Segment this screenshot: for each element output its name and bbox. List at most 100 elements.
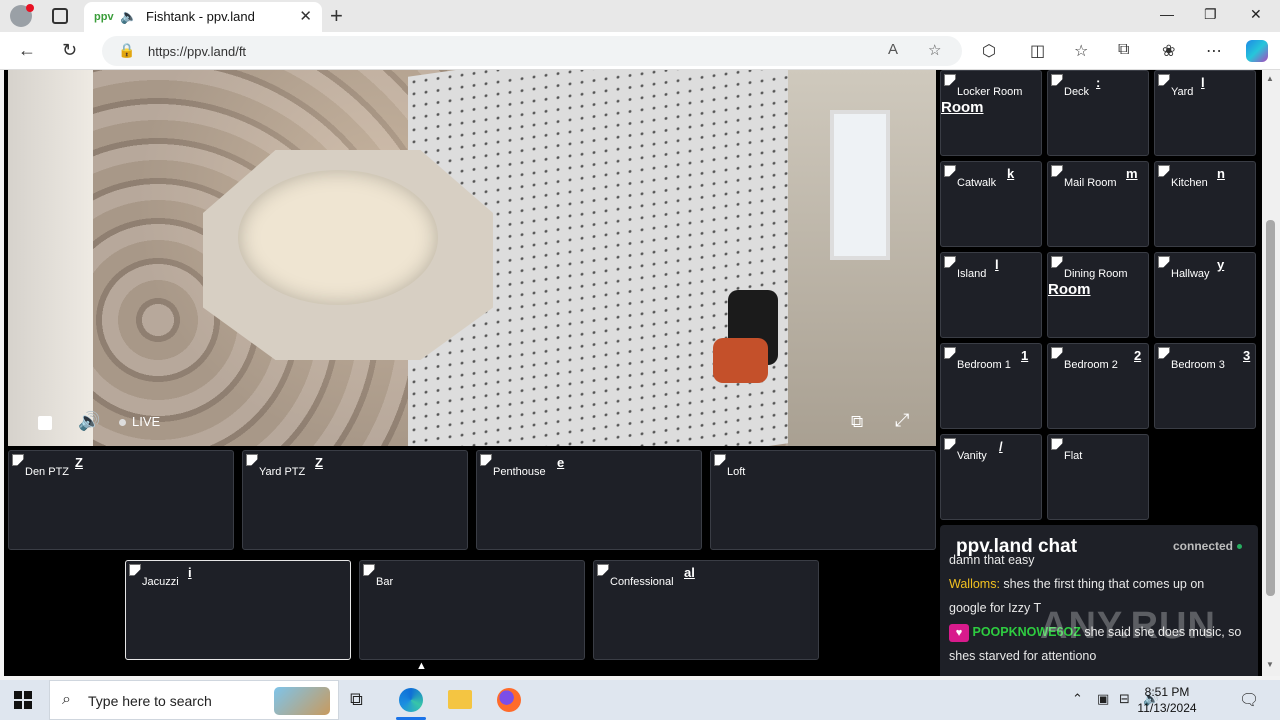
- new-tab-icon[interactable]: +: [330, 3, 343, 29]
- cam-tile-dining-room[interactable]: Dining Room Room: [1047, 252, 1149, 338]
- profile-avatar[interactable]: [10, 4, 34, 27]
- search-highlight-art: [274, 687, 330, 715]
- video-window: [830, 110, 890, 260]
- scroll-up-icon[interactable]: ▲: [1266, 74, 1274, 83]
- chat-message-text: google for Izzy T: [949, 601, 1042, 615]
- cam-tile-bedroom-2[interactable]: Bedroom 2 2: [1047, 343, 1149, 429]
- favorite-star-icon[interactable]: ☆: [928, 41, 941, 59]
- broken-image-icon: [944, 165, 956, 177]
- cam-tile-yard[interactable]: Yard l: [1154, 70, 1256, 156]
- cam-tile-mail-room[interactable]: Mail Room m: [1047, 161, 1149, 247]
- broken-image-icon: [1051, 438, 1063, 450]
- close-window-icon[interactable]: ✕: [1250, 6, 1262, 23]
- cam-label-fragment: Z: [75, 455, 83, 470]
- volume-icon[interactable]: 🔊: [78, 411, 100, 432]
- broken-image-icon: [597, 564, 609, 576]
- favorites-icon[interactable]: ☆: [1074, 41, 1088, 61]
- cam-tile-flat[interactable]: Flat: [1047, 434, 1149, 520]
- notification-icon[interactable]: 🗨: [1239, 690, 1259, 710]
- cam-tile-loft[interactable]: Loft: [710, 450, 936, 550]
- minimize-icon[interactable]: —: [1160, 6, 1174, 22]
- scroll-down-icon[interactable]: ▼: [1266, 660, 1274, 669]
- collections-icon[interactable]: ⧉: [1118, 41, 1129, 59]
- stop-icon[interactable]: [38, 416, 52, 430]
- url-text[interactable]: https://ppv.land/ft: [148, 44, 246, 59]
- cam-name: Deck: [1064, 86, 1090, 98]
- broken-image-icon: [1051, 74, 1063, 86]
- broken-image-icon: [1158, 347, 1170, 359]
- broken-image-icon: [944, 438, 956, 450]
- cam-label-fragment: y: [1217, 257, 1225, 272]
- file-explorer-icon[interactable]: [448, 690, 472, 709]
- cam-tile-bedroom-1[interactable]: Bedroom 1 1: [940, 343, 1042, 429]
- cam-name: Dining Room: [1064, 268, 1128, 280]
- copilot-icon[interactable]: [1246, 40, 1268, 62]
- cam-tile-deck[interactable]: Deck :: [1047, 70, 1149, 156]
- close-tab-icon[interactable]: ✕: [299, 7, 312, 25]
- cam-label-fragment: l: [1201, 75, 1205, 90]
- broken-image-icon: [480, 454, 492, 466]
- cam-tile-bar[interactable]: Bar: [359, 560, 585, 660]
- cam-label-large: Room: [941, 99, 984, 116]
- extensions-icon[interactable]: ⬡: [982, 41, 996, 61]
- video-player[interactable]: 🔊 LIVE ⧉ ⤢: [8, 70, 936, 446]
- cam-name: Bedroom 3: [1171, 359, 1225, 371]
- refresh-icon[interactable]: ↻: [62, 40, 77, 61]
- broken-image-icon: [1158, 165, 1170, 177]
- cam-tile-vanity[interactable]: Vanity /: [940, 434, 1042, 520]
- network-icon[interactable]: ⊟: [1119, 691, 1130, 707]
- tab-fishtank[interactable]: ppv 🔈 Fishtank - ppv.land ✕: [84, 2, 322, 32]
- cam-name: Kitchen: [1171, 177, 1208, 189]
- cam-tile-bedroom-3[interactable]: Bedroom 3 3: [1154, 343, 1256, 429]
- scrollbar-thumb[interactable]: [1266, 220, 1275, 596]
- search-placeholder: Type here to search: [88, 693, 212, 709]
- cam-name: Penthouse: [493, 466, 546, 478]
- cam-tile-kitchen[interactable]: Kitchen n: [1154, 161, 1256, 247]
- cam-tile-penthouse[interactable]: Penthouse e: [476, 450, 702, 550]
- cam-label-fragment: 3: [1243, 348, 1251, 363]
- tab-actions-icon[interactable]: [52, 8, 68, 24]
- chat-message-text: shes starved for attentiono: [949, 649, 1097, 663]
- back-icon[interactable]: ←: [18, 40, 36, 61]
- cam-label-fragment: 1: [1021, 348, 1029, 363]
- system-clock[interactable]: 8:51 PM 11/13/2024: [1136, 684, 1198, 716]
- cam-name: Flat: [1064, 450, 1083, 462]
- windows-start-icon[interactable]: [14, 691, 32, 709]
- cam-tile-island[interactable]: Island l: [940, 252, 1042, 338]
- broken-image-icon: [246, 454, 258, 466]
- cam-tile-locker-room[interactable]: Locker Room Room: [940, 70, 1042, 156]
- more-menu-icon[interactable]: ⋯: [1206, 41, 1222, 61]
- cam-tile-confessional[interactable]: Confessional al: [593, 560, 819, 660]
- device-icon[interactable]: ▣: [1097, 691, 1109, 707]
- chat-message: damn that easy: [949, 548, 1249, 572]
- show-hidden-icons-icon[interactable]: ⌃: [1072, 691, 1083, 707]
- cam-tile-jacuzzi[interactable]: Jacuzzi i: [125, 560, 351, 660]
- cam-tile-den-ptz[interactable]: Den PTZ Z: [8, 450, 234, 550]
- fullscreen-icon[interactable]: ⤢: [895, 410, 909, 431]
- firefox-icon[interactable]: [497, 688, 521, 712]
- split-screen-icon[interactable]: ◫: [1030, 41, 1045, 61]
- lock-icon[interactable]: 🔒: [118, 42, 135, 59]
- chat-username[interactable]: Walloms:: [949, 577, 1000, 591]
- speaker-icon[interactable]: 🔈: [120, 8, 137, 25]
- address-bar[interactable]: 🔒 https://ppv.land/ft A ☆: [102, 36, 962, 66]
- cam-label-large: Room: [1048, 281, 1091, 298]
- cam-name: Jacuzzi: [142, 576, 179, 588]
- cam-tile-yard-ptz[interactable]: Yard PTZ Z: [242, 450, 468, 550]
- restore-icon[interactable]: ❐: [1204, 6, 1217, 23]
- page-scrollbar[interactable]: ▲ ▼: [1262, 70, 1280, 676]
- cam-label-fragment: /: [999, 439, 1003, 454]
- cam-name: Yard: [1171, 86, 1194, 98]
- cam-name: Island: [957, 268, 987, 280]
- taskbar-search[interactable]: ⌕ Type here to search: [49, 680, 339, 720]
- performance-icon[interactable]: ❀: [1162, 41, 1175, 61]
- broken-image-icon: [944, 74, 956, 86]
- read-aloud-icon[interactable]: A: [888, 41, 898, 58]
- expand-caret-icon[interactable]: ▲: [416, 660, 427, 672]
- cam-label-fragment: i: [188, 565, 192, 580]
- cam-tile-catwalk[interactable]: Catwalk k: [940, 161, 1042, 247]
- edge-browser-icon[interactable]: [399, 688, 423, 712]
- picture-in-picture-icon[interactable]: ⧉: [851, 412, 863, 432]
- cam-tile-hallway[interactable]: Hallway y: [1154, 252, 1256, 338]
- task-view-icon[interactable]: ⧉: [350, 689, 363, 710]
